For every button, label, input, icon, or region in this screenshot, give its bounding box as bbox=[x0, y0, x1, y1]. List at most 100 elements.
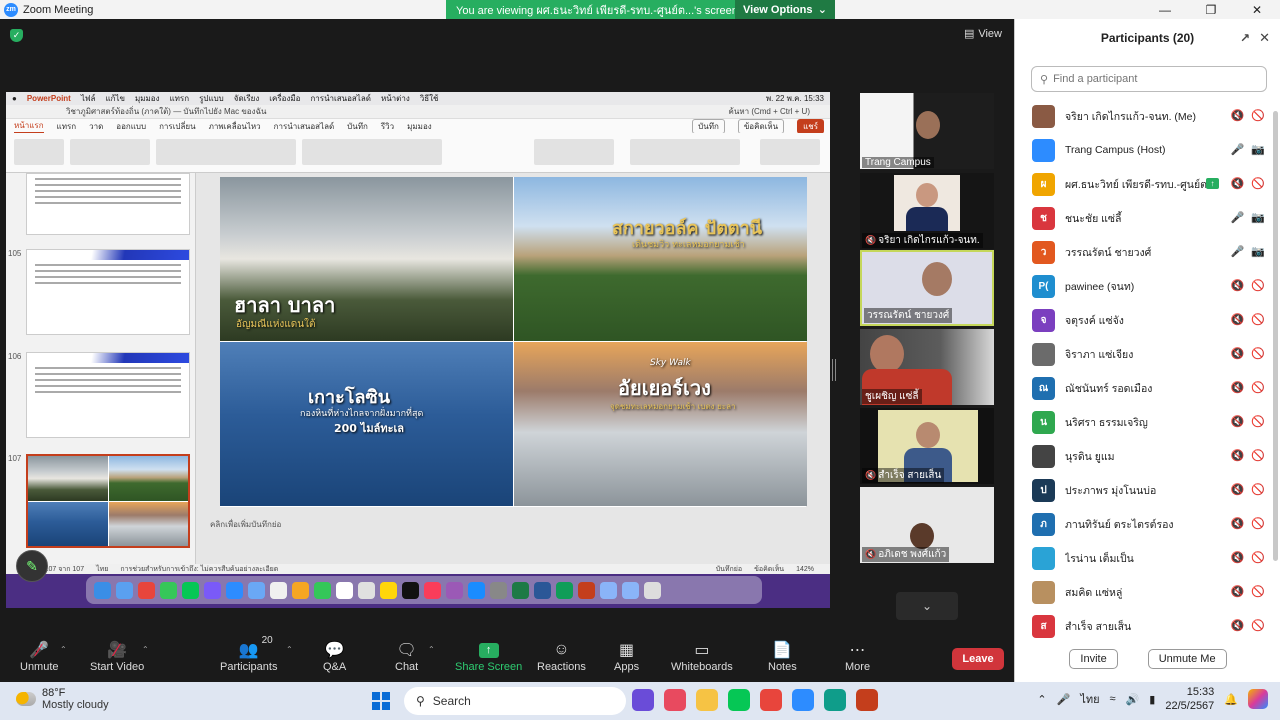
mac-menubar: ● PowerPoint ไฟล์ แก้ไข มุมมอง แทรก รูปแ… bbox=[6, 92, 830, 105]
chat-caret-icon[interactable]: ⌃ bbox=[428, 645, 435, 654]
participant-row[interactable]: จิราภา แซ่เจียง 🔇 🚫 bbox=[1015, 337, 1271, 371]
participant-name: ไรน่าน เต็มเป็น bbox=[1065, 552, 1134, 565]
video-tile[interactable]: ชูเผชิญ แซ่ลี้ bbox=[860, 329, 994, 405]
participant-row[interactable]: ชชนะชัย แซ่ลี้ 🎤 📷 bbox=[1015, 201, 1271, 235]
participant-row[interactable]: Trang Campus (Host) 🎤 📷 bbox=[1015, 133, 1271, 167]
ppt-tab: หน้าแรก bbox=[14, 119, 44, 134]
participant-search-input[interactable] bbox=[1053, 73, 1254, 85]
participant-row[interactable]: จริยา เกิดไกรแก้ว-จนท. (Me) 🔇 🚫 bbox=[1015, 99, 1271, 133]
contacts-icon bbox=[358, 581, 375, 599]
participant-row[interactable]: ไรน่าน เต็มเป็น 🔇 🚫 bbox=[1015, 541, 1271, 575]
input-language[interactable]: ไทย bbox=[1080, 690, 1099, 708]
microphone-icon[interactable]: 🎤 bbox=[1057, 693, 1071, 706]
whiteboards-button[interactable]: ▭ Whiteboards bbox=[671, 639, 733, 673]
participant-status-icons: 🔇 🚫 bbox=[1231, 483, 1265, 496]
taskbar-search[interactable]: ⚲ Search bbox=[404, 687, 626, 715]
participant-row[interactable]: สมคิด แซ่หลู่ 🔇 🚫 bbox=[1015, 575, 1271, 609]
video-tile[interactable]: 🔇 อภิเดช พงศ์แก้ว bbox=[860, 487, 994, 563]
unmute-me-button[interactable]: Unmute Me bbox=[1147, 649, 1227, 669]
battery-icon[interactable]: ▮ bbox=[1149, 693, 1155, 706]
powerpoint-icon[interactable] bbox=[856, 689, 878, 711]
notifications-icon[interactable]: 🔔 bbox=[1224, 693, 1238, 706]
search-icon: ⚲ bbox=[416, 694, 425, 708]
participants-caret-icon[interactable]: ⌃ bbox=[286, 645, 293, 654]
menu-item: หน้าต่าง bbox=[380, 94, 410, 103]
share-screen-label: Share Screen bbox=[455, 661, 523, 673]
menu-item: แก้ไข bbox=[105, 94, 125, 103]
participant-list-scrollbar[interactable] bbox=[1273, 111, 1278, 561]
chevron-up-icon[interactable]: ⌃ bbox=[1037, 693, 1046, 706]
video-tile[interactable]: 🔇 สำเร็จ สายเส็น bbox=[860, 408, 994, 484]
view-options-button[interactable]: View Options ⌄ bbox=[735, 0, 835, 19]
start-video-button[interactable]: 🎥 ∕ Start Video bbox=[90, 639, 144, 674]
participant-name: จตุรงค์ แซ่จัง bbox=[1065, 314, 1124, 327]
windows-start-icon[interactable] bbox=[372, 692, 390, 710]
trash-icon bbox=[644, 581, 661, 599]
file-explorer-icon[interactable] bbox=[696, 689, 718, 711]
participant-row[interactable]: ผผศ.ธนะวิทย์ เพียรดี-รทบ.-ศูนย์ตรัง ↑ 🔇 🚫 bbox=[1015, 167, 1271, 201]
video-icon: 📷 bbox=[1251, 144, 1265, 156]
ppt-ribbon bbox=[6, 133, 830, 173]
popout-icon[interactable]: ↗ bbox=[1240, 31, 1250, 45]
edge-icon[interactable] bbox=[824, 689, 846, 711]
participant-row[interactable]: จจตุรงค์ แซ่จัง 🔇 🚫 bbox=[1015, 303, 1271, 337]
scroll-videos-down-button[interactable]: ⌄ bbox=[896, 592, 958, 620]
qa-button[interactable]: 💬 Q&A bbox=[323, 639, 346, 673]
participant-row[interactable]: P(pawinee (จนท) 🔇 🚫 bbox=[1015, 269, 1271, 303]
slide-editor: ฮาลา บาลา อัญมณีแห่งแดนใต้ สกายวอล์ค ปัต… bbox=[202, 173, 822, 564]
chat-icon: 🗨 bbox=[396, 642, 417, 659]
zoom-icon[interactable] bbox=[792, 689, 814, 711]
mic-muted-icon: 🔇 bbox=[1230, 484, 1245, 496]
view-button[interactable]: ▤ View bbox=[964, 27, 1002, 41]
edge-icon bbox=[556, 581, 573, 599]
speaker-icon[interactable]: 🔊 bbox=[1126, 693, 1140, 706]
chat-button[interactable]: 🗨 Chat bbox=[395, 639, 418, 673]
annotate-pencil-icon[interactable]: ✎ bbox=[16, 550, 48, 582]
invite-button[interactable]: Invite bbox=[1069, 649, 1118, 669]
shield-icon[interactable]: ✓ bbox=[10, 29, 23, 42]
participant-row[interactable]: นุรดิน ยูแม 🔇 🚫 bbox=[1015, 439, 1271, 473]
split-handle[interactable] bbox=[832, 359, 836, 381]
restore-icon[interactable]: ❐ bbox=[1188, 0, 1234, 19]
video-tile[interactable]: 🔇 จริยา เกิดไกรแก้ว-จนท. bbox=[860, 173, 994, 249]
ppt-tab: วาด bbox=[89, 121, 104, 131]
video-tile[interactable]: Trang Campus bbox=[860, 93, 994, 169]
audio-options-caret-icon[interactable]: ⌃ bbox=[60, 645, 67, 654]
qa-icon: 💬 bbox=[324, 642, 345, 659]
participant-search[interactable]: ⚲ bbox=[1031, 66, 1267, 92]
close-icon[interactable]: ✕ bbox=[1259, 30, 1270, 46]
participant-row[interactable]: ภภานทิรันย์ ตระไตรต์รอง 🔇 🚫 bbox=[1015, 507, 1271, 541]
participant-status-icons: 🎤 📷 bbox=[1231, 211, 1265, 224]
reactions-button[interactable]: ☺ Reactions bbox=[537, 639, 586, 673]
unmute-button[interactable]: 🎤 ∕ Unmute bbox=[20, 639, 59, 674]
participant-row[interactable]: ณณัชนันทร์ รอดเมือง 🔇 🚫 bbox=[1015, 371, 1271, 405]
wifi-icon[interactable]: ≈ bbox=[1110, 693, 1116, 705]
taskbar-clock[interactable]: 15:33 22/5/2567 bbox=[1165, 685, 1214, 713]
notes-button[interactable]: 📄 Notes bbox=[768, 639, 797, 673]
share-screen-button[interactable]: ↑ Share Screen bbox=[455, 639, 522, 673]
participant-row[interactable]: ปประภาพร มุ่งโนนบ่อ 🔇 🚫 bbox=[1015, 473, 1271, 507]
more-button[interactable]: ⋯ More bbox=[845, 639, 870, 673]
tv-icon bbox=[402, 581, 419, 599]
participant-status-icons: 🎤 📷 bbox=[1231, 245, 1265, 258]
participant-row[interactable]: นนริศรา ธรรมเจริญ 🔇 🚫 bbox=[1015, 405, 1271, 439]
ppt-tab: มุมมอง bbox=[407, 121, 432, 131]
leave-button[interactable]: Leave bbox=[952, 648, 1004, 670]
apps-button[interactable]: ▦ Apps bbox=[614, 639, 639, 673]
close-icon[interactable]: ✕ bbox=[1234, 0, 1280, 19]
minimize-icon[interactable]: — bbox=[1142, 0, 1188, 19]
video-options-caret-icon[interactable]: ⌃ bbox=[142, 645, 149, 654]
snipping-tool-icon[interactable] bbox=[664, 689, 686, 711]
participant-row[interactable]: สสำเร็จ สายเส็น 🔇 🚫 bbox=[1015, 609, 1271, 643]
windows-taskbar: 88°F Mostly cloudy ⚲ Search ⌃ 🎤 ไทย ≈ 🔊 … bbox=[0, 682, 1280, 720]
video-name-label: 🔇 จริยา เกิดไกรแก้ว-จนท. bbox=[862, 233, 983, 248]
line-icon[interactable] bbox=[728, 689, 750, 711]
weather-widget[interactable]: 88°F Mostly cloudy bbox=[16, 687, 109, 711]
participants-button[interactable]: 👥 20 Participants bbox=[220, 635, 277, 673]
teams-icon[interactable] bbox=[632, 689, 654, 711]
video-tile-active-speaker[interactable]: วรรณรัตน์ ชายวงศ์ bbox=[860, 250, 994, 326]
copilot-icon[interactable] bbox=[1248, 689, 1268, 709]
chrome-icon[interactable] bbox=[760, 689, 782, 711]
facetime-icon bbox=[314, 581, 331, 599]
participant-row[interactable]: ววรรณรัตน์ ชายวงศ์ 🎤 📷 bbox=[1015, 235, 1271, 269]
